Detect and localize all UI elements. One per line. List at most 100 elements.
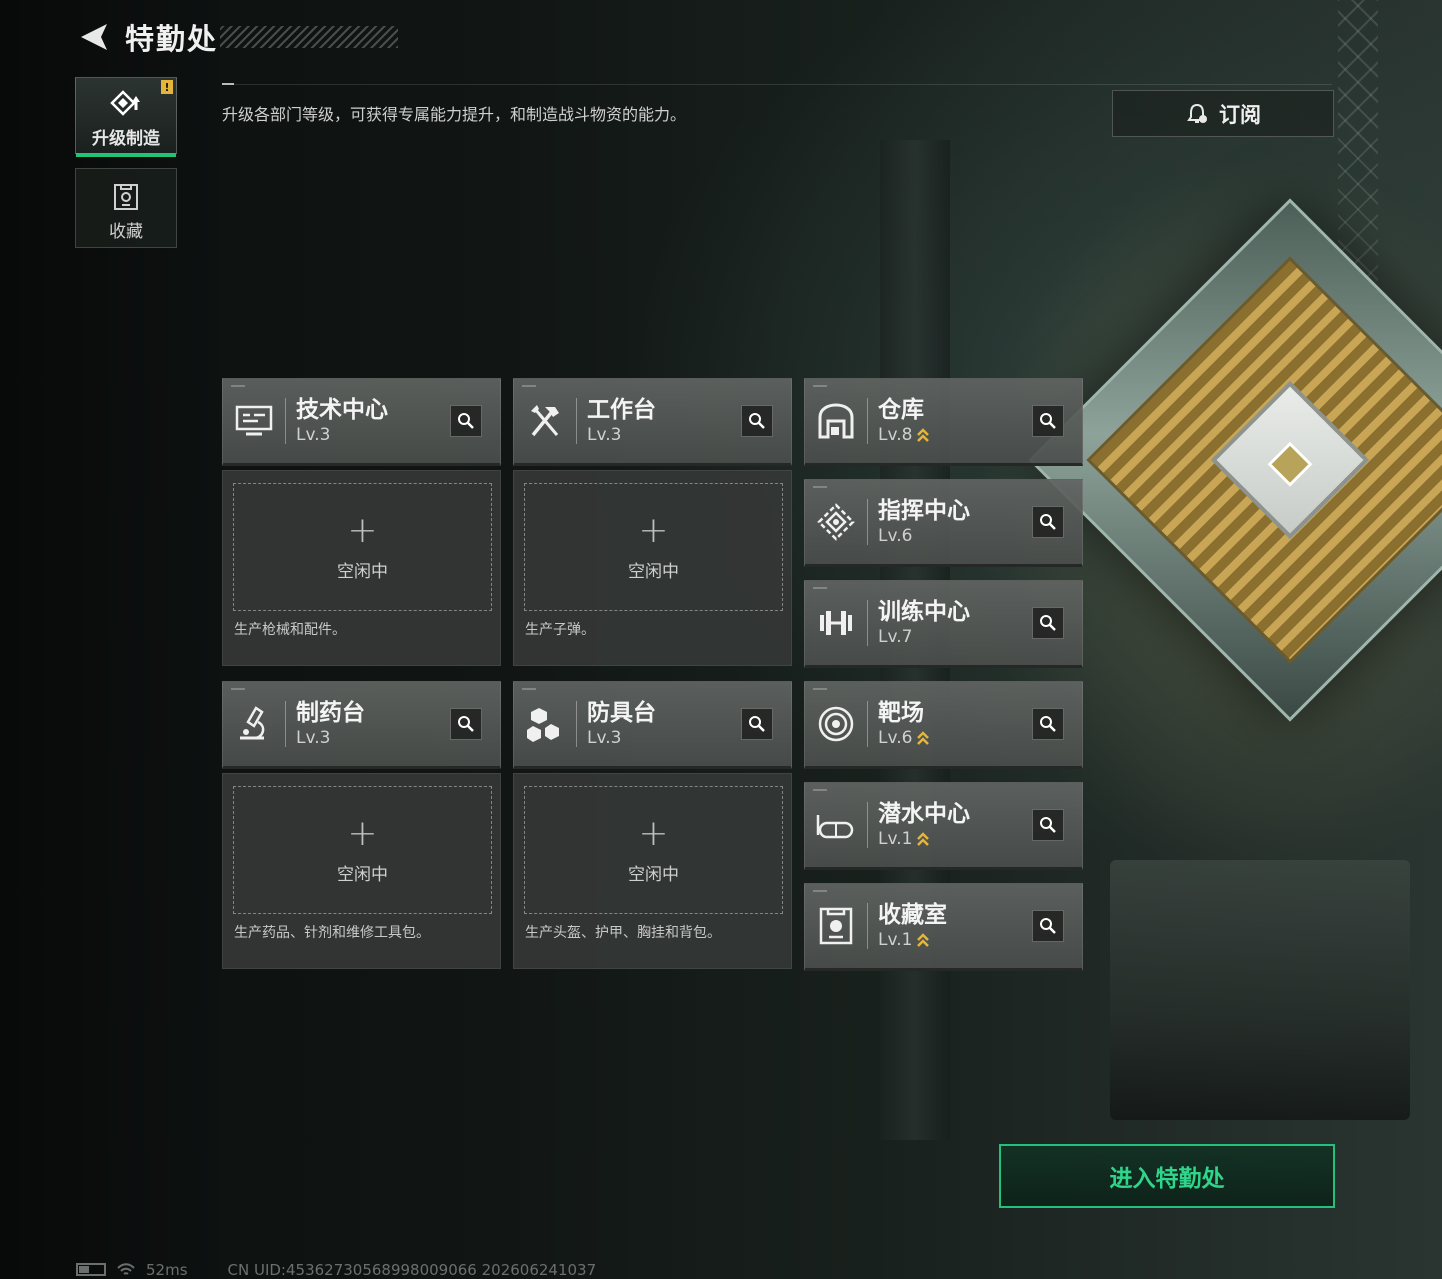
search-button[interactable] [1032,607,1064,639]
dept-name: 指挥中心 [878,498,970,524]
dept-card-pharmacy[interactable]: 制药台 Lv.3 [222,681,501,769]
command-icon [805,492,867,552]
divider-accent [222,83,234,85]
goggles-icon [805,795,867,855]
search-button[interactable] [741,405,773,437]
dept-level: Lv.1 [878,829,913,849]
production-slot[interactable]: + 空闲中 [524,483,783,611]
tab-upgrade-craft[interactable]: ! 升级制造 [75,77,177,157]
status-bar: 52ms CN UID:45362730568998009066 2026062… [76,1260,596,1279]
dept-level: Lv.3 [587,728,622,748]
dept-card-command-center[interactable]: 指挥中心 Lv.6 [804,479,1083,567]
dept-name: 仓库 [878,397,924,423]
tab-collection[interactable]: 收藏 [75,168,177,248]
search-button[interactable] [1032,809,1064,841]
dept-name: 收藏室 [878,902,947,928]
upgrade-arrow-icon [917,428,930,442]
search-button[interactable] [1032,506,1064,538]
dept-name: 工作台 [587,397,656,423]
magnifier-icon [458,413,474,429]
dept-card-training-center[interactable]: 训练中心 Lv.7 [804,580,1083,668]
dept-name: 靶场 [878,700,924,726]
dept-card-warehouse[interactable]: 仓库 Lv.8 [804,378,1083,466]
add-icon: + [347,509,378,551]
dept-name: 技术中心 [296,397,388,423]
trophy-icon [805,896,867,956]
production-panel: + 空闲中 生产头盔、护甲、胸挂和背包。 [513,773,792,969]
add-icon: + [347,812,378,854]
dept-level: Lv.7 [878,627,913,647]
alert-badge: ! [161,80,173,94]
dept-card-tech-center[interactable]: 技术中心 Lv.3 [222,378,501,466]
production-slot[interactable]: + 空闲中 [524,786,783,914]
upgrade-icon [110,90,140,116]
subscribe-button[interactable]: 订阅 [1112,90,1334,137]
dept-card-shooting-range[interactable]: 靶场 Lv.6 [804,681,1083,769]
divider [222,84,1332,85]
collection-icon [114,184,138,210]
production-panel: + 空闲中 生产枪械和配件。 [222,470,501,666]
cube-pedestal [1110,860,1410,1120]
tab-label: 收藏 [109,222,143,242]
slot-description: 生产枪械和配件。 [234,622,346,638]
page-title: 特勤处 [125,22,219,56]
battery-icon [76,1263,106,1276]
magnifier-icon [749,716,765,732]
tools-icon [514,391,576,451]
production-slot[interactable]: + 空闲中 [233,483,492,611]
dept-level: Lv.1 [878,930,913,950]
magnifier-icon [1040,817,1056,833]
production-panel: + 空闲中 生产子弹。 [513,470,792,666]
magnifier-icon [1040,918,1056,934]
magnifier-icon [458,716,474,732]
back-button[interactable] [76,20,112,54]
upgrade-arrow-icon [917,832,930,846]
target-icon [805,694,867,754]
slot-status: 空闲中 [337,864,388,885]
subscribe-label: 订阅 [1219,102,1261,127]
search-button[interactable] [1032,405,1064,437]
magnifier-icon [749,413,765,429]
magnifier-icon [1040,716,1056,732]
armor-icon [514,694,576,754]
slot-description: 生产头盔、护甲、胸挂和背包。 [525,925,721,941]
page-description: 升级各部门等级，可获得专属能力提升，和制造战斗物资的能力。 [222,105,687,124]
search-button[interactable] [450,405,482,437]
slot-description: 生产药品、针剂和维修工具包。 [234,925,430,941]
search-button[interactable] [741,708,773,740]
dept-card-collection-room[interactable]: 收藏室 Lv.1 [804,883,1083,971]
dept-name: 训练中心 [878,599,970,625]
enter-button[interactable]: 进入特勤处 [999,1144,1335,1208]
title-decoration [220,26,398,48]
dept-level: Lv.6 [878,526,913,546]
dept-name: 制药台 [296,700,365,726]
wifi-icon [117,1262,135,1275]
slot-status: 空闲中 [337,561,388,582]
add-icon: + [638,812,669,854]
warehouse-icon [805,391,867,451]
dept-level: Lv.3 [296,425,331,445]
dept-card-workbench[interactable]: 工作台 Lv.3 [513,378,792,466]
bell-icon [1187,103,1207,123]
search-button[interactable] [1032,708,1064,740]
dept-name: 防具台 [587,700,656,726]
uid-readout: CN UID:45362730568998009066 202606241037 [227,1260,597,1279]
slot-status: 空闲中 [628,864,679,885]
dept-card-diving-center[interactable]: 潜水中心 Lv.1 [804,782,1083,870]
dumbbell-icon [805,593,867,653]
back-arrow-icon [81,24,107,50]
upgrade-arrow-icon [917,933,930,947]
monitor-icon [223,391,285,451]
dept-level: Lv.3 [296,728,331,748]
add-icon: + [638,509,669,551]
dept-card-armor-bench[interactable]: 防具台 Lv.3 [513,681,792,769]
slot-description: 生产子弹。 [525,622,595,638]
magnifier-icon [1040,514,1056,530]
dept-level: Lv.8 [878,425,913,445]
ping-readout: 52ms [146,1260,188,1279]
slot-status: 空闲中 [628,561,679,582]
magnifier-icon [1040,615,1056,631]
search-button[interactable] [450,708,482,740]
search-button[interactable] [1032,910,1064,942]
production-slot[interactable]: + 空闲中 [233,786,492,914]
